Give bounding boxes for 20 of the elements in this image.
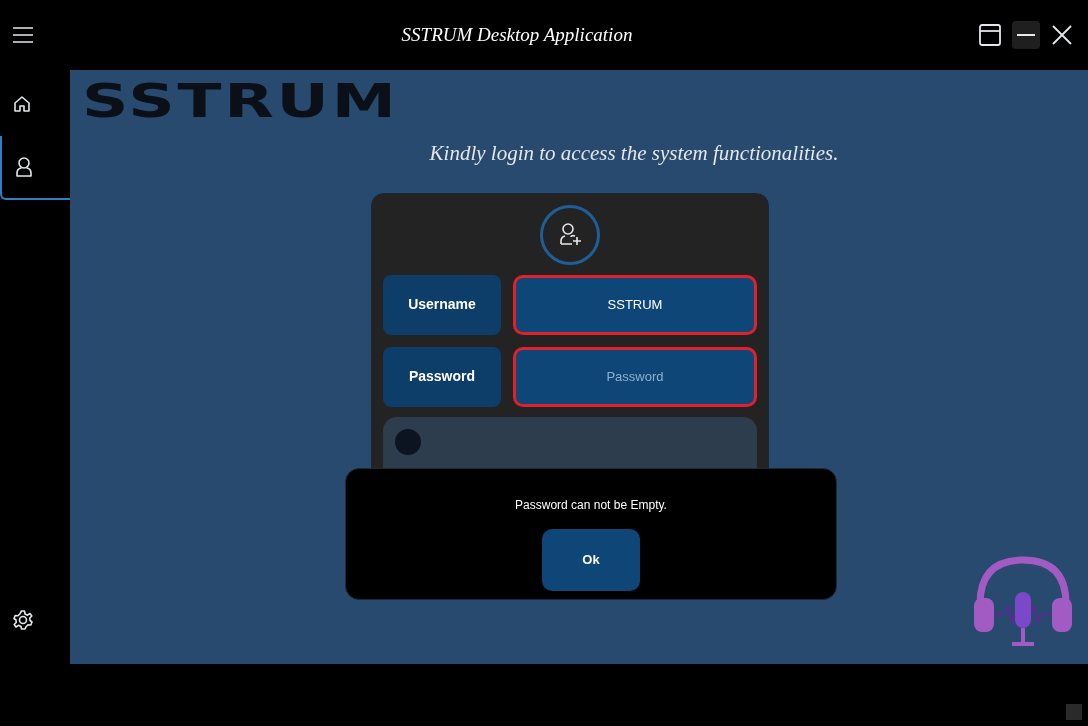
field-label: Username [383, 274, 501, 335]
restore-button[interactable] [976, 21, 1004, 49]
toggle-knob [395, 428, 421, 455]
settings-icon [12, 609, 34, 631]
logo: SSTRUM [82, 76, 399, 126]
alert-message: Password can not be Empty. [515, 497, 667, 514]
close-icon [1051, 24, 1073, 46]
field-label: Password [383, 346, 501, 407]
window-icon [978, 23, 1002, 47]
home-icon [12, 94, 32, 114]
minimize-icon [1016, 33, 1036, 37]
input-field[interactable]: SSTRUM [513, 274, 757, 335]
window-title: SSTRUM Desktop Application [401, 22, 633, 47]
subtitle: Kindly login to access the system functionalities. [429, 140, 839, 167]
resize-grip[interactable] [1066, 704, 1082, 720]
ok-button[interactable]: Ok [542, 529, 640, 591]
input-field[interactable]: Password [513, 346, 757, 407]
menu-icon [12, 26, 34, 44]
user-icon [14, 156, 34, 178]
minimize-button[interactable] [1012, 21, 1040, 49]
